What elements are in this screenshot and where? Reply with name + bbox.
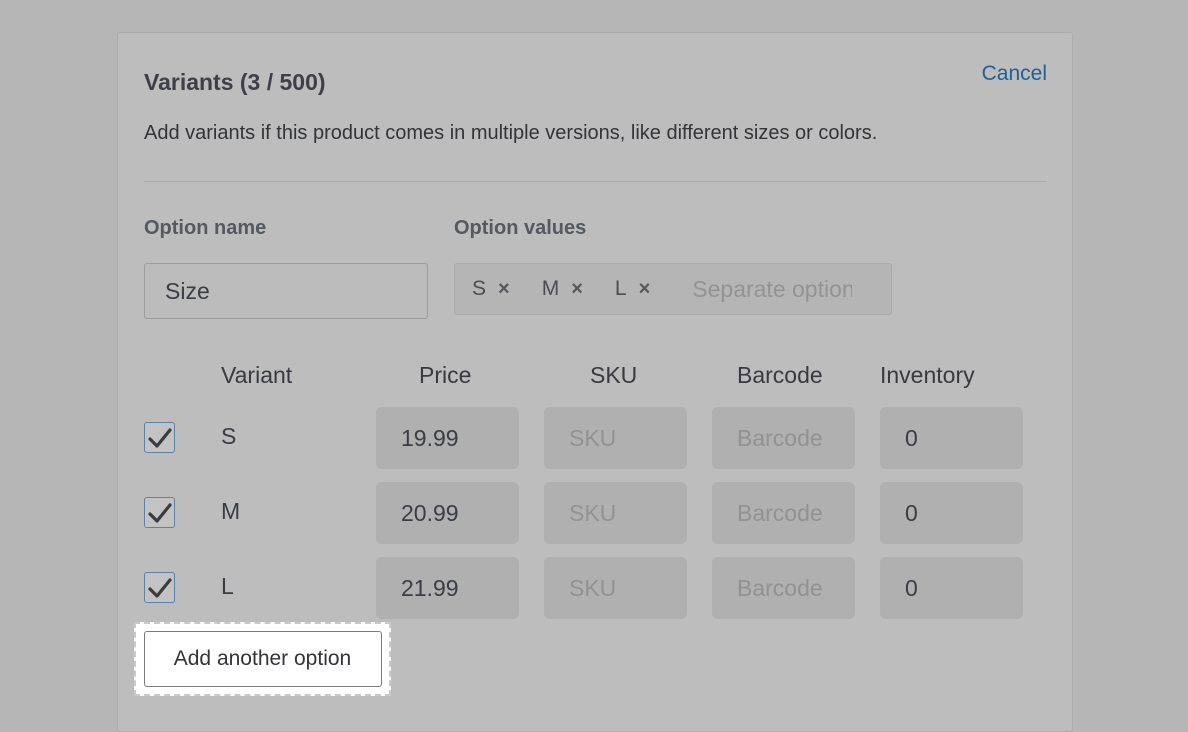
inventory-input[interactable] <box>880 557 1023 619</box>
option-values-field[interactable]: S × M × L × <box>454 263 892 315</box>
table-row: L <box>118 557 1072 619</box>
sku-input[interactable] <box>544 557 687 619</box>
option-value-text: M <box>541 277 560 300</box>
barcode-input[interactable] <box>712 407 855 469</box>
divider <box>144 181 1047 182</box>
column-header-barcode: Barcode <box>737 362 823 388</box>
column-header-sku: SKU <box>590 362 638 388</box>
variant-name: L <box>221 573 234 599</box>
option-value-tag: S × <box>472 277 510 301</box>
column-header-variant: Variant <box>221 362 293 388</box>
variant-name: M <box>221 498 241 524</box>
inventory-input[interactable] <box>880 482 1023 544</box>
option-name-label: Option name <box>144 217 267 239</box>
variant-checkbox[interactable] <box>144 497 175 528</box>
variant-name: S <box>221 423 237 449</box>
barcode-input[interactable] <box>712 557 855 619</box>
option-value-text: L <box>614 277 627 300</box>
column-header-inventory: Inventory <box>880 362 975 388</box>
column-header-price: Price <box>419 362 472 388</box>
variants-card: Variants (3 / 500) Cancel Add variants i… <box>117 32 1073 732</box>
price-input[interactable] <box>376 407 519 469</box>
price-input[interactable] <box>376 557 519 619</box>
option-value-tag: L × <box>615 277 650 301</box>
add-another-option-button[interactable]: Add another option <box>143 631 382 687</box>
checkmark-icon <box>147 577 172 598</box>
checkmark-icon <box>147 502 172 523</box>
option-values-label: Option values <box>454 217 587 239</box>
close-icon[interactable]: × <box>639 278 651 301</box>
price-input[interactable] <box>376 482 519 544</box>
barcode-input[interactable] <box>712 482 855 544</box>
variants-title: Variants (3 / 500) <box>144 69 326 95</box>
option-values-input[interactable] <box>692 275 853 303</box>
add-option-highlight: Add another option <box>134 622 391 696</box>
checkmark-icon <box>147 427 172 448</box>
variants-description: Add variants if this product comes in mu… <box>144 122 878 144</box>
close-icon[interactable]: × <box>571 278 583 301</box>
option-value-text: S <box>472 277 487 300</box>
option-name-input[interactable] <box>144 263 428 319</box>
variant-checkbox[interactable] <box>144 422 175 453</box>
option-value-tag: M × <box>542 277 583 301</box>
close-icon[interactable]: × <box>498 278 510 301</box>
sku-input[interactable] <box>544 407 687 469</box>
sku-input[interactable] <box>544 482 687 544</box>
inventory-input[interactable] <box>880 407 1023 469</box>
table-row: M <box>118 482 1072 544</box>
table-row: S <box>118 407 1072 469</box>
variant-checkbox[interactable] <box>144 572 175 603</box>
cancel-link[interactable]: Cancel <box>982 62 1047 86</box>
